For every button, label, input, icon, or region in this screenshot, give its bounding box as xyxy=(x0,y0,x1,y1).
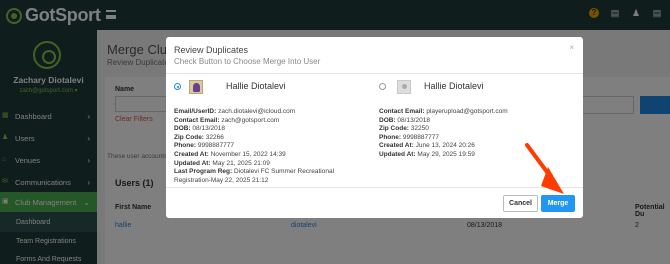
candidate-1-photo xyxy=(189,80,203,94)
candidate-1-radio[interactable] xyxy=(174,83,181,90)
modal-title: Review Duplicates xyxy=(174,45,249,55)
detail-row: Phone: 9998887777 xyxy=(379,133,439,141)
detail-row: DOB: 08/13/2018 xyxy=(379,116,430,124)
modal-subtitle: Check Button to Choose Merge Into User xyxy=(174,57,321,66)
detail-row: Zip Code: 32250 xyxy=(379,125,429,133)
detail-row: Created At: June 13, 2024 20:26 xyxy=(379,142,475,150)
detail-row: Updated At: May 21, 2025 21:09 xyxy=(174,159,270,167)
detail-row: Created At: November 15, 2022 14:39 xyxy=(174,150,286,158)
detail-row: Zip Code: 32266 xyxy=(174,133,224,141)
detail-row: DOB: 08/13/2018 xyxy=(174,125,225,133)
candidate-2-name: Hallie Diotalevi xyxy=(424,81,484,91)
close-icon[interactable]: × xyxy=(569,43,574,52)
detail-row: Contact Email: playerupload@gotsport.com xyxy=(379,108,508,115)
candidate-1-name: Hallie Diotalevi xyxy=(226,81,286,91)
detail-row: Email/UserID: zach.diotalevi@icloud.com xyxy=(174,108,296,115)
review-duplicates-modal: Review Duplicates Check Button to Choose… xyxy=(166,37,583,218)
candidate-2-photo xyxy=(397,80,411,94)
detail-row: Contact Email: zach@gotsport.com xyxy=(174,116,280,124)
detail-row: Updated At: May 29, 2025 19:59 xyxy=(379,150,475,158)
detail-row: Last Program Reg: Diotalevi FC Summer Re… xyxy=(174,168,335,176)
candidate-2-details: Contact Email: playerupload@gotsport.com… xyxy=(379,108,508,160)
divider xyxy=(166,73,583,74)
detail-row: Phone: 9998887777 xyxy=(174,142,234,150)
detail-row: Registration-May 22, 2025 21:12 xyxy=(174,176,269,184)
merge-button[interactable]: Merge xyxy=(541,195,575,212)
cancel-button[interactable]: Cancel xyxy=(503,195,538,212)
candidate-1-details: Email/UserID: zach.diotalevi@icloud.com … xyxy=(174,108,334,185)
candidate-2-radio[interactable] xyxy=(379,83,386,90)
footer-divider xyxy=(166,187,583,188)
